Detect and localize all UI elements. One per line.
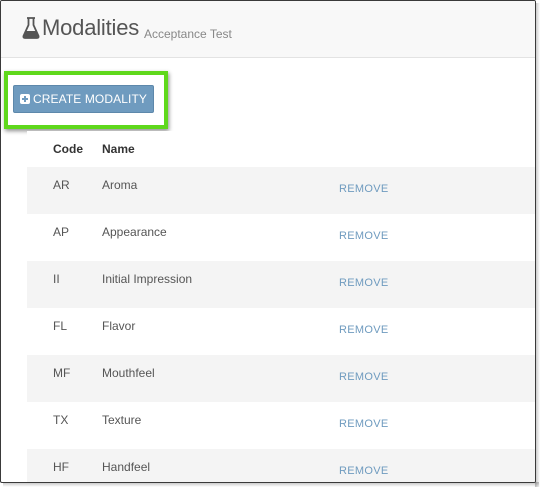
plus-square-icon (20, 94, 31, 104)
row-name: Aroma (102, 178, 138, 192)
row-code: AP (53, 225, 70, 239)
remove-button[interactable]: REMOVE (339, 418, 388, 430)
row-code: MF (53, 366, 71, 380)
table-row: MF Mouthfeel REMOVE (27, 355, 535, 402)
page-header: Modalities Acceptance Test (1, 1, 535, 58)
row-name: Appearance (102, 225, 167, 239)
table-row: FL Flavor REMOVE (27, 308, 535, 355)
remove-button[interactable]: REMOVE (339, 277, 388, 289)
column-header-code: Code (53, 142, 83, 156)
remove-button[interactable]: REMOVE (339, 324, 388, 336)
row-code: HF (53, 460, 69, 474)
app-window: Modalities Acceptance Test CREATE MODALI… (0, 0, 536, 483)
table-row: TX Texture REMOVE (27, 402, 535, 449)
flask-icon (22, 17, 40, 39)
page-title: Modalities (42, 15, 140, 40)
row-name: Handfeel (102, 460, 151, 474)
row-code: AR (53, 178, 70, 192)
table-row: II Initial Impression REMOVE (27, 261, 535, 308)
remove-button[interactable]: REMOVE (339, 465, 388, 477)
column-header-name: Name (102, 142, 135, 156)
table-row: HF Handfeel REMOVE (27, 449, 535, 482)
row-code: FL (53, 319, 68, 333)
remove-button[interactable]: REMOVE (339, 183, 388, 195)
table-row: AP Appearance REMOVE (27, 214, 535, 261)
row-code: TX (53, 413, 69, 427)
create-modality-label: CREATE MODALITY (33, 92, 147, 106)
row-code: II (53, 272, 60, 286)
page-subtitle: Acceptance Test (144, 27, 232, 41)
remove-button[interactable]: REMOVE (339, 230, 388, 242)
table-header: Code Name (27, 131, 535, 168)
table-row: AR Aroma REMOVE (27, 167, 535, 214)
row-name: Mouthfeel (102, 366, 155, 380)
remove-button[interactable]: REMOVE (339, 371, 388, 383)
create-modality-button[interactable]: CREATE MODALITY (13, 85, 154, 113)
row-name: Texture (102, 413, 142, 427)
row-name: Flavor (102, 319, 136, 333)
row-name: Initial Impression (102, 272, 193, 286)
